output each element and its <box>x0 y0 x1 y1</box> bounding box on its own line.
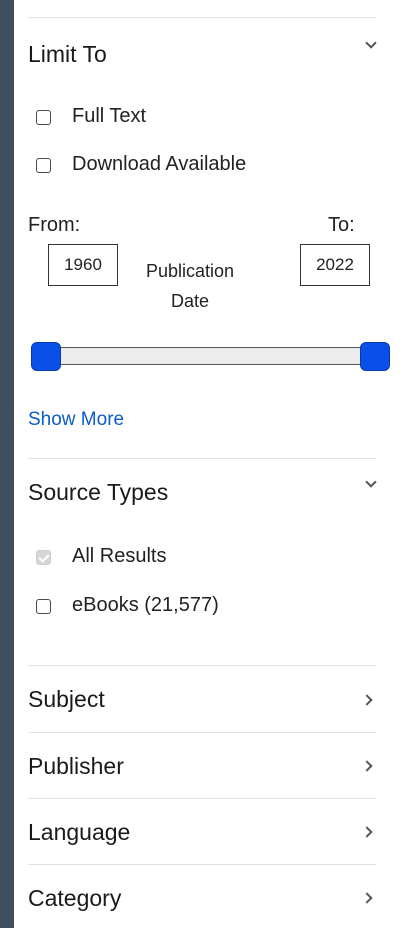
category-facet[interactable]: Category <box>28 885 121 912</box>
ebooks-label: eBooks (21,577) <box>72 594 219 616</box>
date-range-start-handle[interactable] <box>31 342 61 371</box>
subject-facet[interactable]: Subject <box>28 686 105 713</box>
full-text-label: Full Text <box>72 105 147 127</box>
divider <box>28 17 376 18</box>
full-text-checkbox[interactable] <box>36 110 51 125</box>
divider <box>28 732 376 733</box>
show-more-link[interactable]: Show More <box>28 409 124 431</box>
language-facet[interactable]: Language <box>28 819 130 846</box>
ebooks-option[interactable]: eBooks (21,577) <box>36 594 219 617</box>
all-results-label: All Results <box>72 545 167 567</box>
source-types-header[interactable]: Source Types <box>28 479 168 506</box>
date-range-end-handle[interactable] <box>360 342 390 371</box>
limit-to-header[interactable]: Limit To <box>28 41 107 68</box>
divider <box>28 458 376 459</box>
divider <box>28 665 376 666</box>
download-available-option[interactable]: Download Available <box>36 153 246 176</box>
all-results-checkbox[interactable] <box>36 550 51 565</box>
to-label: To: <box>328 214 355 236</box>
publication-date-label: Publication Date <box>140 256 240 316</box>
divider <box>28 798 376 799</box>
ebooks-checkbox[interactable] <box>36 599 51 614</box>
filter-panel <box>14 0 409 928</box>
to-year-input[interactable]: 2022 <box>300 244 370 286</box>
from-label: From: <box>28 214 81 236</box>
publication-date-line2: Date <box>170 291 210 311</box>
from-year-input[interactable]: 1960 <box>48 244 118 286</box>
full-text-option[interactable]: Full Text <box>36 105 146 128</box>
all-results-option[interactable]: All Results <box>36 545 166 568</box>
publication-date-line1: Publication <box>145 261 235 281</box>
divider <box>28 864 376 865</box>
download-available-label: Download Available <box>72 153 247 175</box>
publisher-facet[interactable]: Publisher <box>28 753 124 780</box>
date-range-slider-track[interactable] <box>44 347 366 365</box>
download-available-checkbox[interactable] <box>36 158 51 173</box>
